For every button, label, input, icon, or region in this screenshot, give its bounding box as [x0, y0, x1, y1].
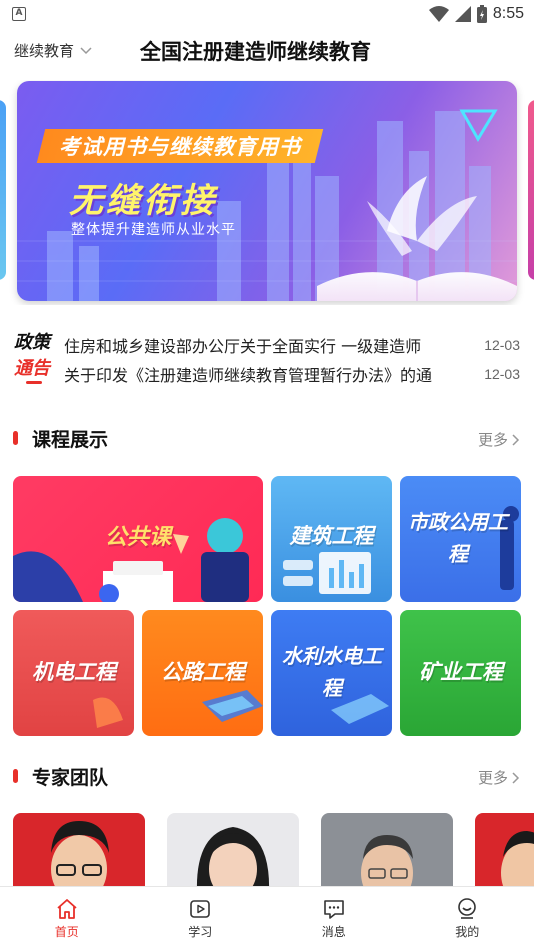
nav-profile[interactable]: 我的 — [401, 887, 534, 950]
expert-card[interactable] — [13, 813, 145, 893]
expert-photo — [51, 821, 109, 893]
home-icon — [57, 899, 77, 919]
nav-study[interactable]: 学习 — [134, 887, 268, 950]
nav-messages[interactable]: 消息 — [267, 887, 401, 950]
bottom-nav: 首页 学习 消息 我的 — [0, 886, 534, 950]
notice-label-underline — [26, 381, 42, 384]
banner-prev-slide[interactable] — [0, 100, 6, 280]
notice-item[interactable]: 住房和城乡建设部办公厅关于全面实行 一级建造师 12-03 — [64, 332, 520, 358]
course-card-mining[interactable]: 矿业工程 — [400, 610, 521, 736]
banner-headline: 无缝衔接 — [69, 181, 217, 221]
chevron-right-icon — [512, 433, 520, 446]
notice-item[interactable]: 关于印发《注册建造师继续教育管理暂行办法》的通 12-03 — [64, 361, 520, 387]
section-title: 专家团队 — [32, 767, 109, 789]
signal-icon — [454, 6, 471, 22]
expert-photo — [361, 835, 413, 893]
battery-charging-icon — [476, 5, 487, 23]
course-more-link[interactable]: 更多 — [478, 429, 520, 450]
status-bar: A 8:55 — [0, 0, 534, 28]
chevron-right-icon — [512, 771, 520, 784]
expert-card[interactable] — [321, 813, 453, 893]
page-title: 全国注册建造师继续教育 — [140, 40, 371, 64]
course-card-municipal[interactable]: 市政公用工程 — [400, 476, 521, 602]
banner-carousel[interactable]: 考试用书与继续教育用书 无缝衔接 整体提升建造师从业水平 — [0, 80, 534, 305]
banner-slide[interactable]: 考试用书与继续教育用书 无缝衔接 整体提升建造师从业水平 — [17, 81, 517, 301]
section-marker — [13, 769, 18, 783]
banner-tag: 考试用书与继续教育用书 — [36, 129, 324, 163]
notification-icon: A — [12, 7, 26, 21]
course-section-header: 课程展示 更多 — [0, 423, 534, 453]
nav-home[interactable]: 首页 — [0, 887, 134, 950]
course-card-mechanical[interactable]: 机电工程 — [13, 610, 134, 736]
expert-card[interactable] — [167, 813, 299, 893]
course-card-hydro[interactable]: 水利水电工程 — [271, 610, 392, 736]
message-icon — [323, 900, 344, 919]
app-header: 继续教育 全国注册建造师继续教育 — [0, 30, 534, 74]
banner-next-slide[interactable] — [528, 100, 534, 280]
category-selector[interactable]: 继续教育 — [14, 40, 92, 61]
course-card-architecture[interactable]: 建筑工程 — [271, 476, 392, 602]
course-card-highway[interactable]: 公路工程 — [142, 610, 263, 736]
wifi-icon — [428, 6, 449, 22]
expert-section-header: 专家团队 更多 — [0, 761, 534, 791]
section-marker — [13, 431, 18, 445]
expert-photo — [501, 831, 534, 893]
expert-photo — [196, 827, 270, 893]
course-card-public[interactable]: 公共课 — [13, 476, 263, 602]
play-icon — [190, 900, 211, 918]
chevron-down-icon — [80, 46, 92, 54]
clock: 8:55 — [492, 5, 524, 22]
profile-icon — [458, 898, 477, 919]
expert-card[interactable] — [475, 813, 534, 893]
banner-subtitle: 整体提升建造师从业水平 — [71, 222, 236, 238]
section-title: 课程展示 — [32, 429, 109, 451]
category-label: 继续教育 — [14, 42, 75, 60]
expert-more-link[interactable]: 更多 — [478, 767, 520, 788]
notice-label: 政策 通告 — [14, 332, 50, 379]
policy-notices: 政策 通告 住房和城乡建设部办公厅关于全面实行 一级建造师 12-03 关于印发… — [0, 328, 534, 390]
